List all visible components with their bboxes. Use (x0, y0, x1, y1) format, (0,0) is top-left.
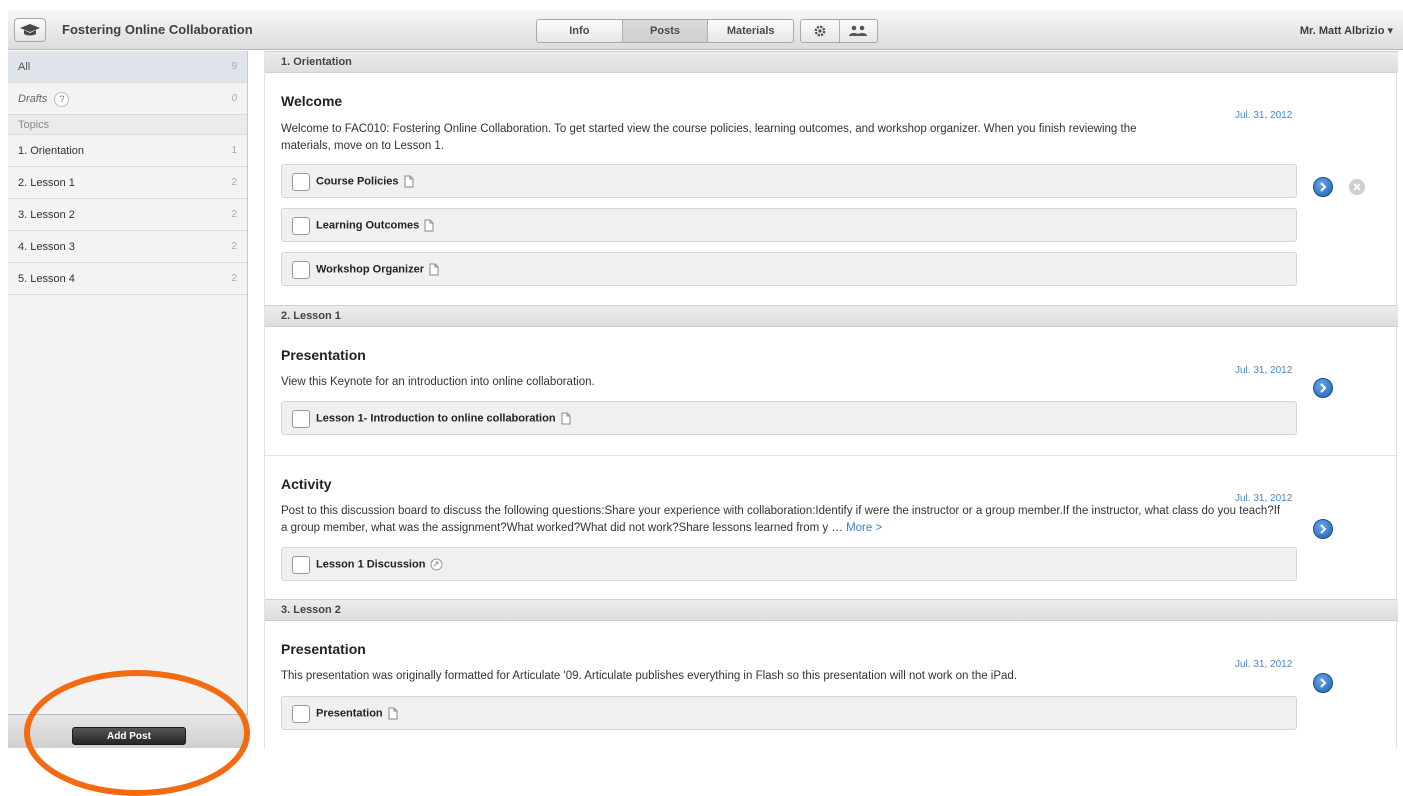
post-title: Activity (281, 476, 332, 492)
sidebar-item-label: 2. Lesson 1 (18, 177, 75, 189)
post-title: Welcome (281, 93, 343, 109)
post-date: Jul. 31, 2012 (1235, 365, 1293, 376)
chevron-right-icon (1320, 524, 1327, 534)
topics-heading: Topics (8, 115, 247, 135)
post-presentation: Presentation Jul. 31, 2012 View this Key… (265, 327, 1398, 455)
post-title: Presentation (281, 641, 366, 657)
settings-button[interactable] (801, 20, 840, 42)
help-icon[interactable]: ? (54, 91, 70, 107)
add-post-button[interactable]: Add Post (72, 727, 186, 745)
open-post-button[interactable] (1313, 673, 1333, 693)
sidebar-item-count: 2 (231, 241, 237, 252)
graduation-cap-icon (20, 24, 40, 36)
material-label: Course Policies (316, 175, 414, 188)
tab-materials[interactable]: Materials (708, 20, 793, 42)
top-toolbar: Fostering Online Collaboration Info Post… (8, 10, 1403, 50)
material-item[interactable]: Learning Outcomes (281, 208, 1297, 242)
sidebar-item-label: 5. Lesson 4 (18, 273, 75, 285)
document-icon (404, 175, 414, 188)
post-description: Welcome to FAC010: Fostering Online Coll… (281, 123, 1137, 152)
sidebar-item-lesson-1[interactable]: 2. Lesson 1 2 (8, 167, 247, 199)
material-checkbox[interactable] (292, 556, 310, 574)
chevron-right-icon (1320, 678, 1327, 688)
enrollment-button[interactable] (840, 20, 878, 42)
gear-icon (814, 25, 826, 37)
post-description: This presentation was originally formatt… (281, 670, 1018, 682)
post-description: Post to this discussion board to discuss… (281, 505, 1281, 534)
material-checkbox[interactable] (292, 173, 310, 191)
posts-list: 1. Orientation Welcome Jul. 31, 2012 Wel… (264, 51, 1398, 748)
sidebar-item-count: 2 (231, 177, 237, 188)
material-label: Presentation (316, 707, 398, 720)
document-icon (388, 707, 398, 720)
sidebar-item-drafts[interactable]: Drafts ? 0 (8, 83, 247, 115)
delete-post-button[interactable] (1349, 179, 1365, 195)
sidebar-item-lesson-3[interactable]: 4. Lesson 3 2 (8, 231, 247, 263)
sidebar-item-lesson-2[interactable]: 3. Lesson 2 2 (8, 199, 247, 231)
material-item[interactable]: Lesson 1- Introduction to online collabo… (281, 401, 1297, 435)
material-label: Lesson 1- Introduction to online collabo… (316, 412, 571, 425)
sidebar-item-label: 3. Lesson 2 (18, 209, 75, 221)
material-label: Lesson 1 Discussion (316, 558, 443, 571)
course-home-button[interactable] (14, 18, 46, 42)
close-icon (1353, 183, 1361, 191)
material-item[interactable]: Workshop Organizer (281, 252, 1297, 286)
post-description: View this Keynote for an introduction in… (281, 376, 595, 388)
course-title: Fostering Online Collaboration (62, 22, 253, 37)
material-item[interactable]: Lesson 1 Discussion (281, 547, 1297, 581)
open-post-button[interactable] (1313, 378, 1333, 398)
discussion-icon (430, 558, 443, 571)
sidebar-item-all[interactable]: All 9 (8, 51, 247, 83)
section-header: 1. Orientation (265, 51, 1398, 73)
document-icon (424, 219, 434, 232)
material-checkbox[interactable] (292, 217, 310, 235)
post-title: Presentation (281, 347, 366, 363)
sidebar-item-orientation[interactable]: 1. Orientation 1 (8, 135, 247, 167)
tool-buttons (800, 19, 878, 43)
user-menu[interactable]: Mr. Matt Albrizio ▾ (1300, 24, 1393, 37)
post-presentation-lesson-2: Presentation Jul. 31, 2012 This presenta… (265, 621, 1398, 748)
sidebar-footer: Add Post (8, 714, 248, 748)
sidebar-item-label: 1. Orientation (18, 145, 85, 157)
sidebar-item-label: 4. Lesson 3 (18, 241, 75, 253)
section-header: 3. Lesson 2 (265, 599, 1398, 621)
post-welcome: Welcome Jul. 31, 2012 Welcome to FAC010:… (265, 73, 1398, 305)
sidebar-item-count: 9 (231, 61, 237, 72)
view-tabs: Info Posts Materials (536, 19, 794, 43)
sidebar-item-count: 0 (231, 93, 237, 104)
sidebar-item-count: 1 (231, 145, 237, 156)
sidebar-item-label: All (18, 61, 31, 73)
material-checkbox[interactable] (292, 705, 310, 723)
open-post-button[interactable] (1313, 177, 1333, 197)
sidebar-item-label: Drafts (18, 93, 48, 105)
sidebar-item-count: 2 (231, 209, 237, 220)
section-header: 2. Lesson 1 (265, 305, 1398, 327)
sidebar-item-lesson-4[interactable]: 5. Lesson 4 2 (8, 263, 247, 295)
open-post-button[interactable] (1313, 519, 1333, 539)
material-label: Workshop Organizer (316, 263, 439, 276)
post-date: Jul. 31, 2012 (1235, 110, 1293, 121)
document-icon (561, 412, 571, 425)
material-label: Learning Outcomes (316, 219, 434, 232)
material-checkbox[interactable] (292, 410, 310, 428)
more-link[interactable]: More > (846, 522, 882, 534)
material-item[interactable]: Course Policies (281, 164, 1297, 198)
document-icon (429, 263, 439, 276)
post-activity: Activity Jul. 31, 2012 Post to this disc… (265, 455, 1398, 599)
material-item[interactable]: Presentation (281, 696, 1297, 730)
material-checkbox[interactable] (292, 261, 310, 279)
people-icon (849, 25, 868, 36)
sidebar-item-count: 2 (231, 273, 237, 284)
tab-info[interactable]: Info (537, 20, 623, 42)
chevron-right-icon (1320, 383, 1327, 393)
chevron-right-icon (1320, 182, 1327, 192)
tab-posts[interactable]: Posts (622, 20, 709, 42)
sidebar: All 9 Drafts ? 0 Topics 1. Orientation 1… (8, 51, 248, 748)
